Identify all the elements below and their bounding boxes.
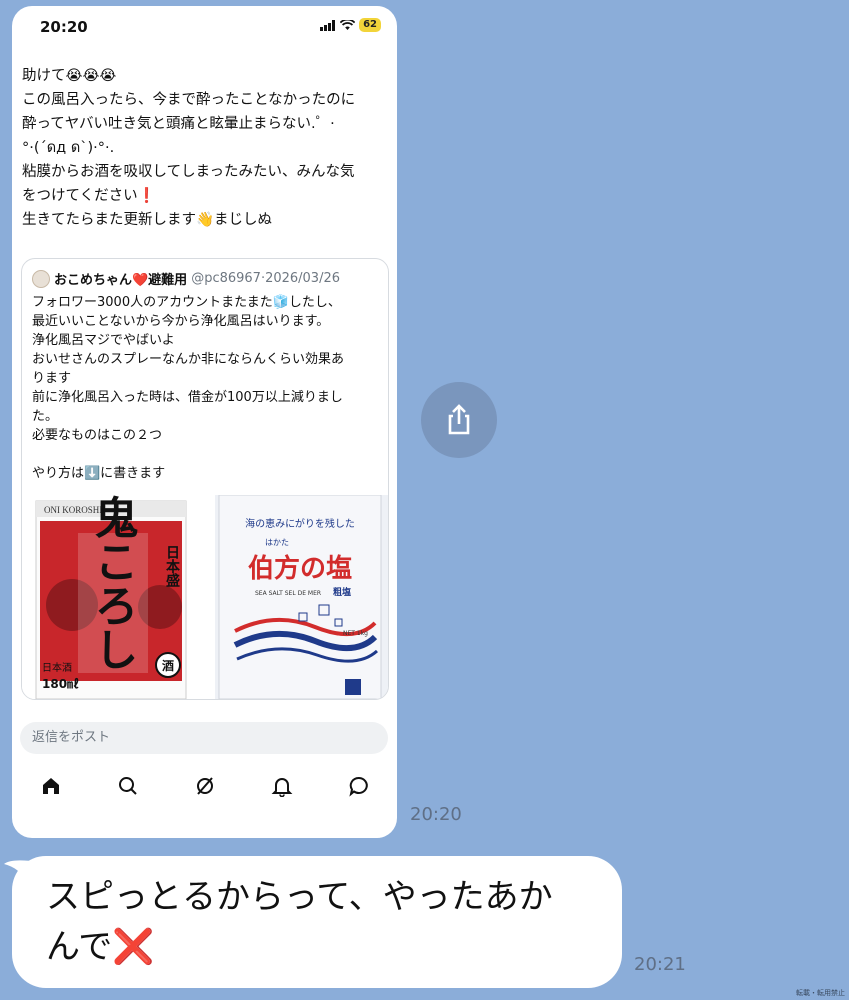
post-line: 助けて😭😭😭 [22, 68, 117, 84]
search-icon[interactable] [112, 770, 144, 802]
quote-body: フォロワー3000人のアカウントまたまた🧊したし、 最近いいことないから今から浄… [32, 293, 382, 483]
post-line: 粘膜からお酒を吸収してしまったみたい、みんな気 [22, 164, 355, 180]
tab-bar [12, 766, 397, 806]
battery-indicator: 62 [359, 18, 381, 32]
carton-brand-text: 日本盛 [164, 545, 180, 588]
share-icon [448, 404, 470, 435]
quote-line [32, 445, 382, 464]
message-line: スピっとるからって、やったあか [46, 877, 553, 917]
quote-line: 最近いいことないから今から浄化風呂はいります。 [32, 314, 330, 329]
salt-tagline: 海の恵みにがりを残した [245, 517, 355, 530]
bell-icon[interactable] [266, 770, 298, 802]
sake-carton-image[interactable]: ONI KOROSHI 鬼ころし 日本盛 酒 日本酒 180㎖ [22, 495, 212, 699]
quote-header: おこめちゃん❤️避難用 @pc86967·2026/03/26 [32, 269, 340, 288]
salt-weight: NET 1kg [343, 630, 368, 637]
salt-name: 伯方の塩 [248, 553, 352, 584]
message-line: んで❌ [46, 927, 155, 967]
post-line: 生きてたらまた更新します👋まじしぬ [22, 212, 273, 228]
carton-badge-text: 酒 [162, 659, 174, 673]
wifi-icon [340, 19, 356, 30]
quote-line: おいせさんのスプレーなんか非にならんくらい効果あ [32, 352, 345, 367]
post-line: 酔ってヤバい吐き気と頭痛と眩暈止まらない.゜· [22, 116, 335, 132]
carton-main-text: 鬼ころし [87, 495, 139, 671]
quote-line: ります [32, 371, 72, 386]
quote-line: やり方は⬇️に書きます [32, 466, 166, 481]
post-text: 助けて😭😭😭 この風呂入ったら、今まで酔ったことなかったのに 酔ってヤバい吐き気… [22, 64, 392, 232]
message-timestamp: 20:21 [634, 954, 686, 975]
quote-line: 前に浄化風呂入った時は、借金が100万以上減りまし [32, 390, 343, 405]
quote-author-name: おこめちゃん❤️避難用 [54, 273, 188, 288]
avatar [32, 269, 50, 288]
home-icon[interactable] [35, 770, 67, 802]
message-text: スピっとるからって、やったあか んで❌ [46, 872, 606, 972]
screenshot-image-message[interactable]: 20:20 62 助けて😭😭😭 この風呂入ったら、今まで酔ったことなかったのに … [12, 6, 397, 838]
salt-grade: 粗塩 [333, 586, 351, 598]
status-icons: 62 [320, 18, 381, 32]
post-line: をつけてください❗ [22, 188, 156, 204]
carton-kind-text: 日本酒 [42, 661, 72, 674]
message-timestamp: 20:20 [410, 804, 462, 825]
quote-line: 浄化風呂マジでやばいよ [32, 333, 175, 348]
quote-line: フォロワー3000人のアカウントまたまた🧊したし、 [32, 295, 341, 310]
watermark: 転載・転用禁止 [796, 989, 845, 997]
messages-icon[interactable] [343, 770, 375, 802]
grok-icon[interactable] [189, 770, 221, 802]
quote-handle-date: @pc86967·2026/03/26 [191, 271, 341, 286]
post-line: この風呂入ったら、今まで酔ったことなかったのに [22, 92, 356, 108]
post-line: °·(´ดд ด`)·°·. [22, 140, 115, 156]
quote-line: た。 [32, 409, 59, 424]
share-button[interactable] [421, 382, 497, 458]
reply-input[interactable]: 返信をポスト [20, 722, 388, 754]
status-time: 20:20 [40, 18, 88, 36]
carton-volume-text: 180㎖ [42, 676, 79, 691]
quoted-post[interactable]: おこめちゃん❤️避難用 @pc86967·2026/03/26 フォロワー300… [21, 258, 389, 700]
quote-line: 必要なものはこの２つ [32, 428, 163, 443]
salt-name-ruby: はかた [265, 538, 289, 547]
salt-bag-image[interactable]: 海の恵みにがりを残した はかた 伯方の塩 SEA SALT SEL DE MER… [215, 495, 388, 699]
salt-english: SEA SALT SEL DE MER [255, 590, 321, 597]
signal-icon [320, 19, 336, 31]
